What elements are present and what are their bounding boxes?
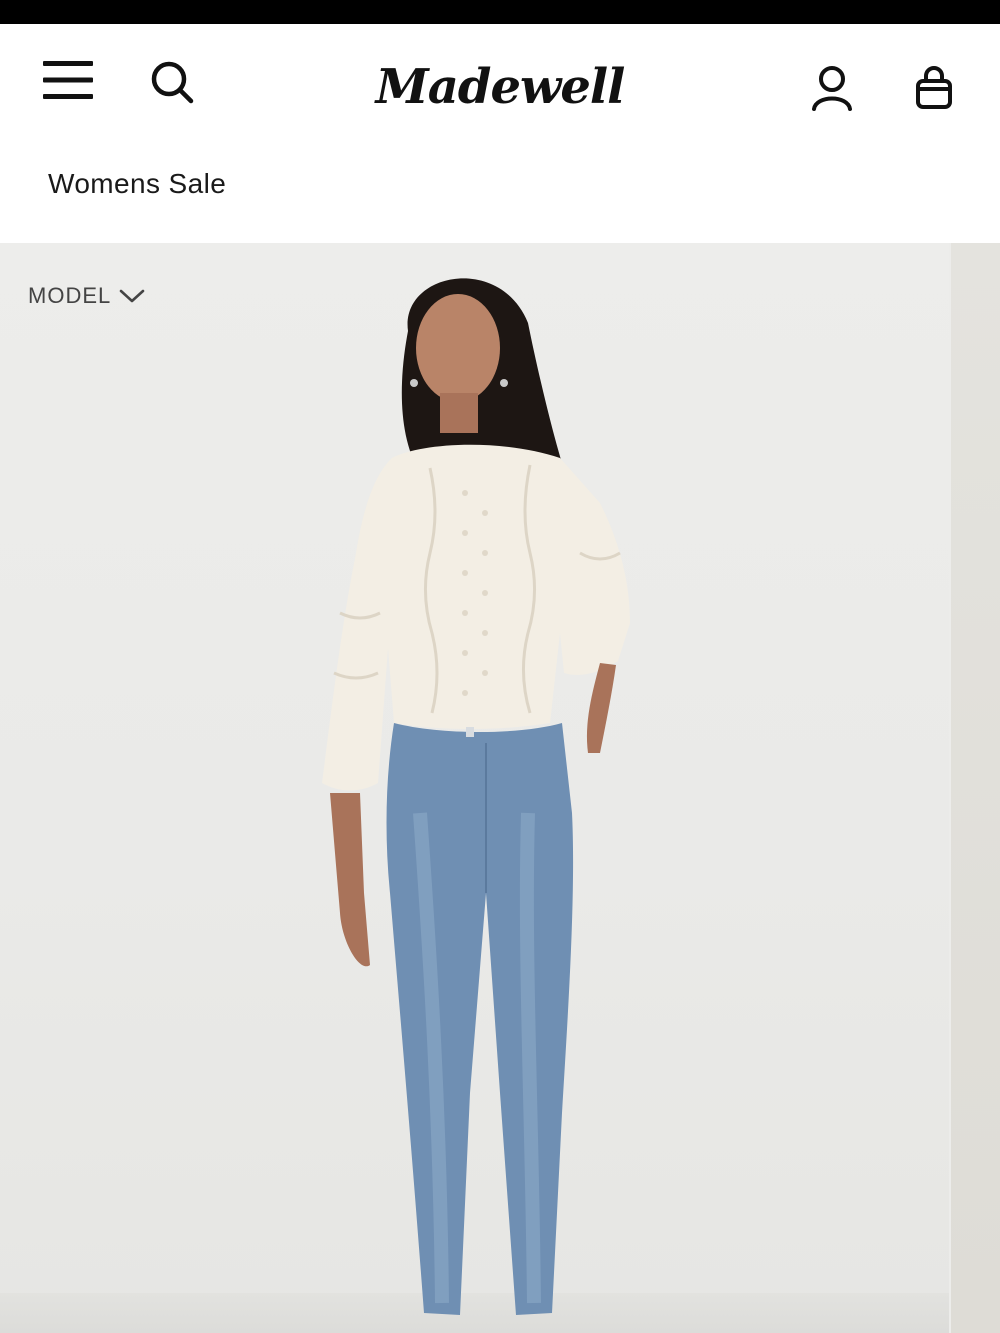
shopping-bag-icon bbox=[916, 66, 952, 109]
account-button[interactable] bbox=[806, 62, 858, 114]
model-toggle-label: MODEL bbox=[28, 283, 112, 308]
breadcrumb[interactable]: Womens Sale bbox=[48, 168, 226, 200]
shopping-bag-button[interactable] bbox=[908, 62, 960, 114]
site-header: Madewell bbox=[0, 24, 1000, 142]
top-black-bar bbox=[0, 0, 1000, 24]
model-toggle[interactable]: MODEL bbox=[28, 283, 145, 309]
brand-logo-text: Madewell bbox=[375, 59, 626, 115]
model-wearing-sweater-and-jeans bbox=[322, 278, 630, 1315]
hamburger-menu-icon bbox=[43, 61, 93, 99]
search-icon bbox=[151, 61, 194, 104]
product-photo[interactable] bbox=[0, 243, 949, 1333]
user-icon bbox=[812, 66, 852, 111]
search-button[interactable] bbox=[146, 56, 198, 108]
next-photo-peek[interactable] bbox=[951, 243, 1000, 1333]
chevron-down-icon bbox=[119, 289, 145, 303]
brand-logo[interactable]: Madewell bbox=[376, 52, 626, 122]
product-image-gallery[interactable]: MODEL bbox=[0, 243, 1000, 1333]
menu-button[interactable] bbox=[40, 56, 96, 104]
